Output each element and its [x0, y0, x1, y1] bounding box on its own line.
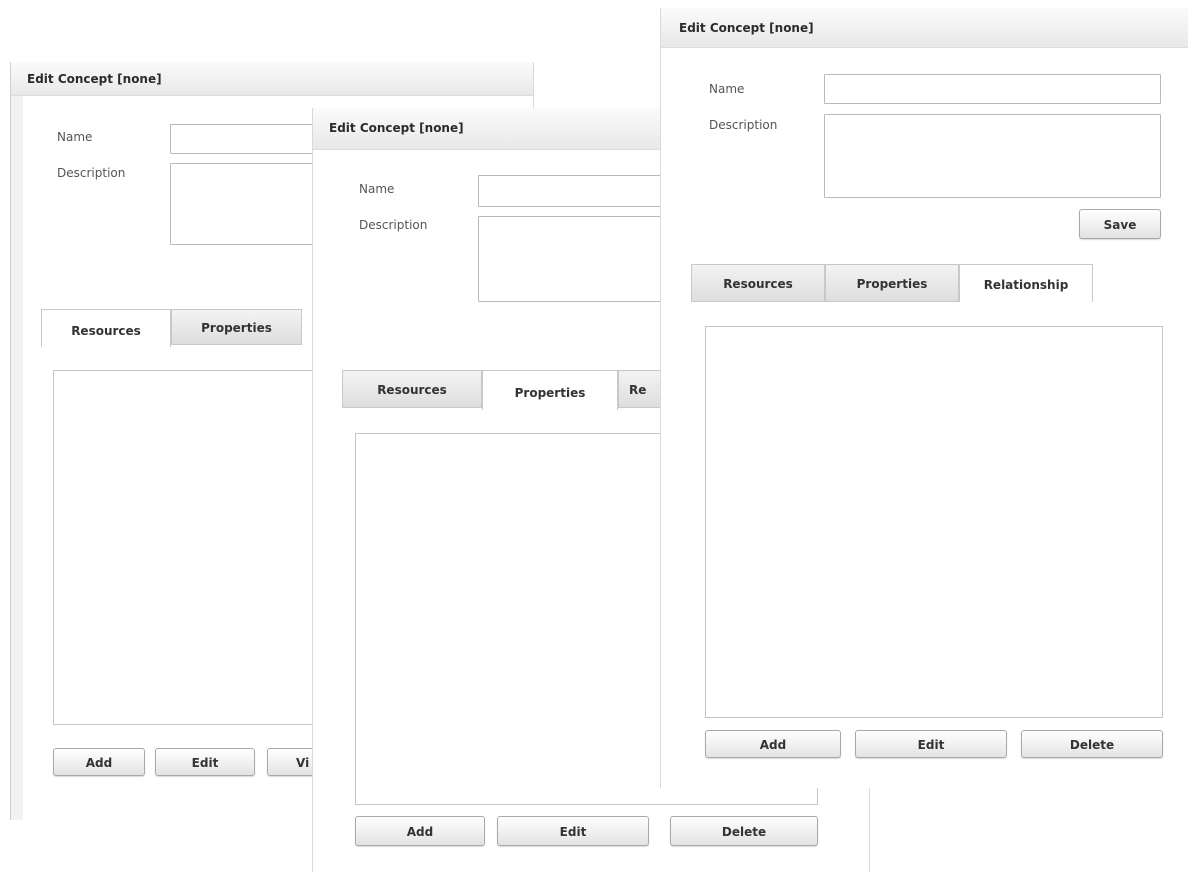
window-title: Edit Concept [none] — [11, 62, 533, 96]
delete-button[interactable]: Delete — [1021, 730, 1163, 758]
tab-resources[interactable]: Resources — [691, 264, 825, 302]
tab-properties[interactable]: Properties — [825, 264, 959, 302]
add-button[interactable]: Add — [53, 748, 145, 776]
tab-properties[interactable]: Properties — [171, 309, 302, 345]
description-label: Description — [57, 166, 126, 180]
name-label: Name — [709, 82, 745, 96]
description-label: Description — [709, 118, 778, 132]
name-label: Name — [359, 182, 395, 196]
description-label: Description — [359, 218, 428, 232]
add-button[interactable]: Add — [355, 816, 485, 846]
tab-properties[interactable]: Properties — [482, 370, 618, 410]
delete-button[interactable]: Delete — [670, 816, 818, 846]
tab-resources[interactable]: Resources — [342, 370, 482, 408]
save-button[interactable]: Save — [1079, 209, 1161, 239]
edit-button[interactable]: Edit — [855, 730, 1007, 758]
tab-resources[interactable]: Resources — [41, 309, 171, 347]
edit-button[interactable]: Edit — [155, 748, 255, 776]
add-button[interactable]: Add — [705, 730, 841, 758]
tab-relationship[interactable]: Relationship — [959, 264, 1093, 302]
left-gutter — [11, 96, 23, 820]
window-title: Edit Concept [none] — [661, 8, 1188, 48]
description-textarea[interactable] — [824, 114, 1161, 198]
edit-button[interactable]: Edit — [497, 816, 649, 846]
edit-concept-window-relationship: Edit Concept [none] Name Description Sav… — [660, 8, 1188, 788]
name-input[interactable] — [824, 74, 1161, 104]
name-label: Name — [57, 130, 93, 144]
relationship-list[interactable] — [705, 326, 1163, 718]
